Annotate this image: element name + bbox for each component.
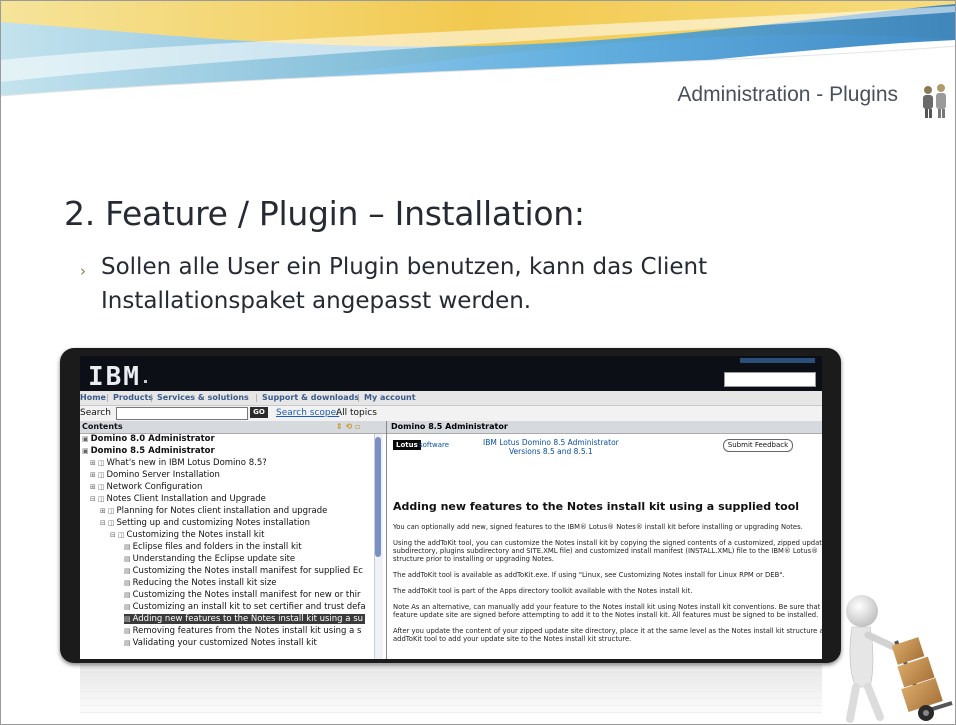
book-icon: ◫: [97, 483, 105, 491]
header-swoosh-banner: [0, 0, 956, 130]
embedded-screenshot-frame: IBM Home | Products | Services & solutio…: [60, 348, 841, 663]
document-paragraph: subdirectory, plugins subdirectory and S…: [393, 547, 818, 555]
tree-item[interactable]: ⊟ ◫ Setting up and customizing Notes insta…: [100, 518, 310, 528]
masthead-search-input[interactable]: [724, 372, 816, 387]
reflection-lines: [80, 663, 822, 718]
search-row: Search GO Search scope: All topics: [80, 406, 822, 421]
book-icon: ◫: [97, 471, 105, 479]
tree-item[interactable]: ▣ Domino 8.0 Administrator: [82, 434, 215, 444]
document-paragraph: Note As an alternative, can manually add…: [393, 603, 822, 611]
screenshot-reflection: [80, 663, 822, 718]
nav-separator: |: [357, 393, 360, 402]
bullet-text: Sollen alle User ein Plugin benutzen, ka…: [101, 254, 708, 314]
expand-icon: ⊞: [90, 483, 96, 491]
ibm-logo: IBM: [88, 362, 141, 392]
page-icon: ▤: [124, 567, 131, 575]
bullet-arrow-icon: ›: [80, 262, 86, 280]
nav-separator: |: [106, 393, 109, 402]
slide-title: 2. Feature / Plugin – Installation:: [64, 194, 585, 233]
book-icon: ◫: [97, 459, 105, 467]
collapse-icon: ⊟: [110, 531, 116, 539]
tree-item[interactable]: ▤ Eclipse files and folders in the instal…: [124, 542, 302, 552]
book-icon: ◫: [97, 495, 105, 503]
lotus-logo: Lotus: [393, 440, 421, 450]
page-icon: ▤: [124, 603, 131, 611]
book-icon: ▣: [82, 447, 89, 455]
tree-item[interactable]: ▤ Customizing the Notes install manifest …: [124, 566, 363, 576]
slide-header-title: Administration - Plugins: [677, 83, 898, 106]
tree-item[interactable]: ⊞ ◫ Planning for Notes client installation…: [100, 506, 327, 516]
contents-header: Contents ⇕ ⟲ ▫: [80, 421, 386, 434]
expand-icon: ⊞: [90, 459, 96, 467]
document-paragraph: The addToKit tool is part of the Apps di…: [393, 587, 693, 595]
masthead-link[interactable]: [740, 358, 815, 363]
tree-item[interactable]: ⊞ ◫ Domino Server Installation: [90, 470, 220, 480]
people-icon: [923, 84, 946, 118]
contents-pane: Contents ⇕ ⟲ ▫ ▣ Domino 8.0 Administrator…: [80, 421, 387, 659]
document-paragraph: structure prior to installing or upgradi…: [393, 555, 554, 563]
embedded-screenshot: IBM Home | Products | Services & solutio…: [80, 356, 822, 659]
expand-icon: ⊞: [100, 507, 106, 515]
go-button[interactable]: GO: [250, 407, 268, 418]
nav-home[interactable]: Home: [80, 393, 106, 402]
tree-item[interactable]: ▤ Customizing the Notes install manifest …: [124, 590, 360, 600]
search-scope-value: All topics: [336, 408, 377, 418]
search-scope-link[interactable]: Search scope:: [276, 408, 339, 418]
product-title: IBM Lotus Domino 8.5 Administrator Versi…: [483, 438, 619, 456]
logo-dot: [144, 380, 147, 383]
tree-item[interactable]: ▤ Understanding the Eclipse update site: [124, 554, 295, 564]
tree-item[interactable]: ⊞ ◫ Network Configuration: [90, 482, 202, 492]
page-icon: ▤: [124, 639, 131, 647]
document-paragraph: You can optionally add new, signed featu…: [393, 523, 803, 531]
collapse-icon: ⊟: [90, 495, 96, 503]
page-icon: ▤: [124, 615, 131, 623]
page-icon: ▤: [124, 627, 131, 635]
tree-item-selected[interactable]: ▤ Adding new features to the Notes instal…: [124, 614, 366, 624]
document-pane: Domino 8.5 Administrator Lotus software …: [387, 421, 822, 659]
contents-header-label: Contents: [82, 422, 123, 431]
page-icon: ▤: [124, 555, 131, 563]
tree-item[interactable]: ⊞ ◫ What's new in IBM Lotus Domino 8.5?: [90, 458, 267, 468]
lotus-software-label: software: [419, 441, 450, 449]
collapse-icon: ⊟: [100, 519, 106, 527]
tree-item[interactable]: ▤ Removing features from the Notes instal…: [124, 626, 361, 636]
tree-item[interactable]: ▤ Customizing an install kit to set certi…: [124, 602, 366, 612]
book-icon: ◫: [107, 519, 115, 527]
document-paragraph: feature update site are signed before at…: [393, 611, 819, 619]
page-icon: ▤: [124, 591, 131, 599]
ibm-nav-bar: Home | Products | Services & solutions |…: [80, 391, 822, 406]
book-icon: ◫: [107, 507, 115, 515]
nav-services[interactable]: Services & solutions: [157, 393, 249, 402]
tree-item[interactable]: ⊟ ◫ Customizing the Notes install kit: [110, 530, 264, 540]
search-input[interactable]: [116, 407, 248, 420]
expand-icon: ⊞: [90, 471, 96, 479]
page-icon: ▤: [124, 579, 131, 587]
scrollbar-thumb[interactable]: [375, 437, 381, 557]
document-paragraph: Using the addToKit tool, you can customi…: [393, 539, 822, 547]
book-icon: ▣: [82, 435, 89, 443]
document-paragraph: After you update the content of your zip…: [393, 627, 822, 635]
mascot-hand-truck-icon: [846, 595, 953, 723]
document-paragraph: The addToKit tool is available as addToK…: [393, 571, 785, 579]
document-header: Domino 8.5 Administrator: [387, 421, 822, 434]
nav-support[interactable]: Support & downloads: [262, 393, 359, 402]
tree-item[interactable]: ⊟ ◫ Notes Client Installation and Upgrade: [90, 494, 266, 504]
nav-my-account[interactable]: My account: [364, 393, 416, 402]
submit-feedback-button[interactable]: Submit Feedback: [723, 439, 793, 452]
search-label: Search: [80, 408, 111, 418]
pane-toolbar-icons[interactable]: ⇕ ⟲ ▫: [336, 422, 360, 431]
ibm-masthead: IBM: [80, 356, 822, 392]
page-icon: ▤: [124, 543, 131, 551]
tree-item[interactable]: ▤ Validating your customized Notes instal…: [124, 638, 317, 648]
nav-separator: |: [150, 393, 153, 402]
tree-item[interactable]: ▣ Domino 8.5 Administrator: [82, 446, 215, 456]
slide: Administration - Plugins 2. Feature / Pl…: [0, 0, 956, 725]
document-title: Adding new features to the Notes install…: [393, 500, 800, 513]
tree-item[interactable]: ▤ Reducing the Notes install kit size: [124, 578, 277, 588]
book-icon: ◫: [117, 531, 125, 539]
nav-separator: |: [255, 393, 258, 402]
nav-products[interactable]: Products: [113, 393, 153, 402]
document-paragraph: addToKit tool to add your update site to…: [393, 635, 632, 643]
